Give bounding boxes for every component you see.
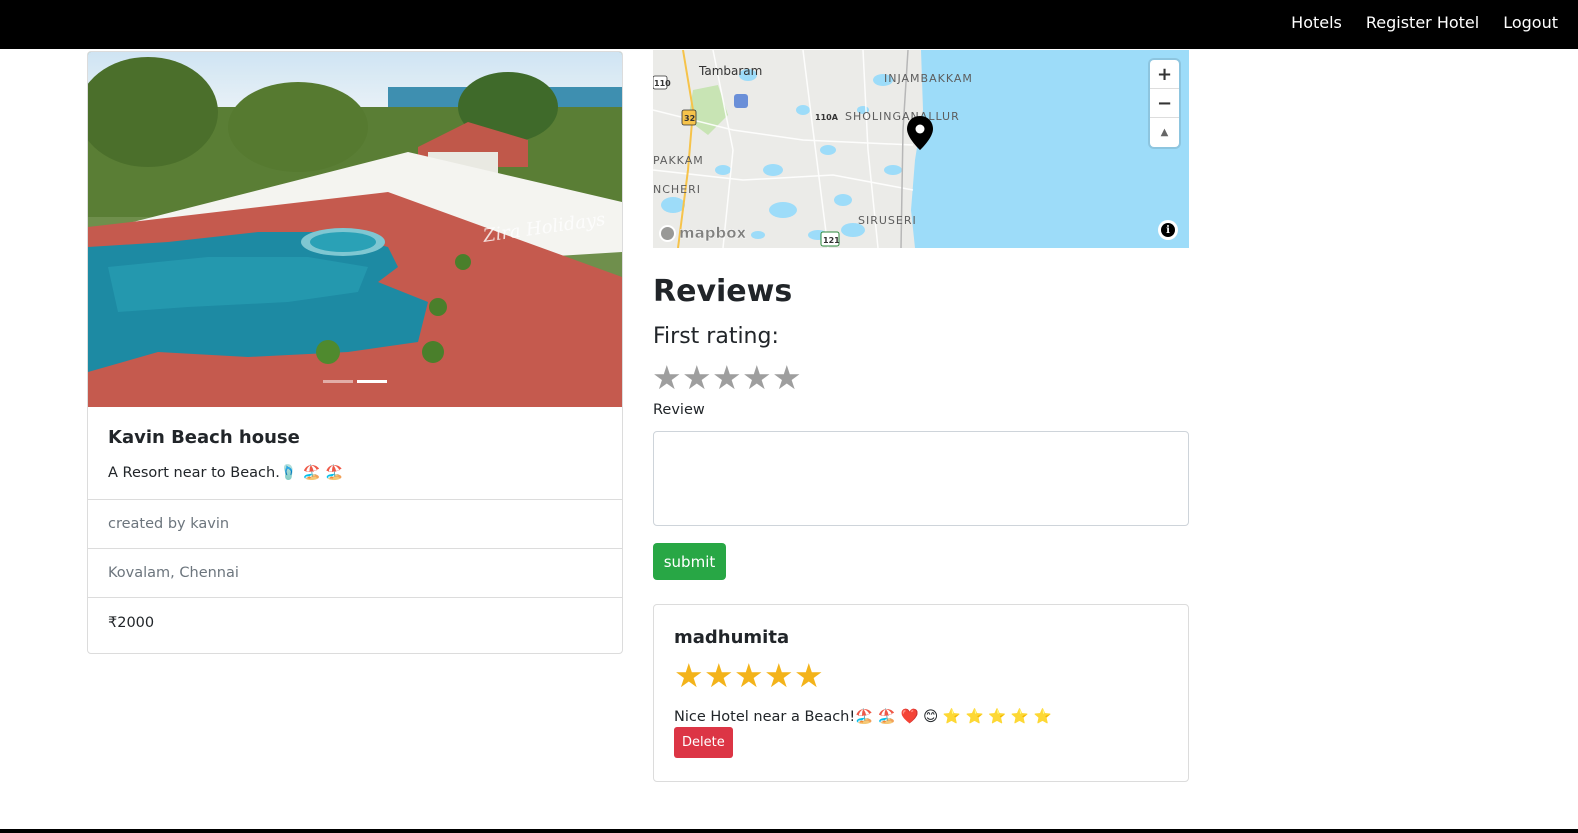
mapbox-logo-text: mapbox [679,224,747,242]
hotel-description: A Resort near to Beach.🩴 🏖️ 🏖️ [108,465,344,481]
star-rating-input[interactable]: ★ ★ ★ ★ ★ [652,360,802,396]
road-badge-121: 121 [823,236,840,245]
hotel-card: Zira Holidays Kavin Beach house A Resort… [87,51,623,654]
bottom-bar [0,829,1578,833]
hotel-map[interactable]: Tambaram INJAMBAKKAM SHOLINGANALLUR PAKK… [653,50,1189,248]
star-filled-icon: ★ [794,656,824,695]
road-badge-32: 32 [684,114,695,123]
map-label-sholinganallur: SHOLINGANALLUR [845,110,960,123]
road-badge-110: 110 [654,79,671,88]
map-label-pakkam: PAKKAM [653,154,704,167]
star-2-icon[interactable]: ★ [682,360,712,396]
map-label-tambaram: Tambaram [698,64,762,78]
star-4-icon[interactable]: ★ [742,360,772,396]
airport-icon [734,94,748,108]
map-label-siruseri: SIRUSERI [858,214,917,227]
star-5-icon[interactable]: ★ [772,360,802,396]
map-attribution-button[interactable]: i [1158,220,1178,240]
nav-links: Hotels Register Hotel Logout [1267,0,1558,45]
info-icon: i [1161,223,1175,237]
carousel-indicators [88,380,622,383]
nav-link-hotels[interactable]: Hotels [1291,13,1342,32]
road-badge-110a: 110A [815,113,839,122]
hotel-photo: Zira Holidays [88,52,622,407]
submit-button[interactable]: submit [653,543,726,580]
rating-label: First rating: [653,324,779,349]
star-filled-icon: ★ [734,656,764,695]
hotel-title: Kavin Beach house [108,427,300,448]
zoom-in-button[interactable]: + [1150,60,1179,89]
review-textarea[interactable] [653,431,1189,526]
map-nav-control: + − ▲ [1150,60,1179,147]
review-label: Review [653,402,705,418]
map-label-injambakkam: INJAMBAKKAM [884,72,973,85]
review-text: Nice Hotel near a Beach!🏖️ 🏖️ ❤️ 😊 ⭐ ⭐ ⭐… [674,709,1052,725]
star-3-icon[interactable]: ★ [712,360,742,396]
reviews-heading: Reviews [653,274,793,309]
map-label-ncheri: NCHERI [653,183,701,196]
hotel-created-by: created by kavin [88,500,622,549]
navbar: Hotels Register Hotel Logout [0,0,1578,49]
mapbox-logo-icon [659,224,676,242]
review-stars: ★ ★ ★ ★ ★ [674,656,1168,696]
hotel-image-carousel[interactable]: Zira Holidays [88,52,622,407]
star-1-icon[interactable]: ★ [652,360,682,396]
hotel-location: Kovalam, Chennai [88,549,622,598]
zoom-out-button[interactable]: − [1150,89,1179,118]
nav-link-register-hotel[interactable]: Register Hotel [1366,13,1479,32]
hotel-price: ₹2000 [108,614,155,631]
review-author: madhumita [674,627,790,648]
hotel-card-body: Kavin Beach house A Resort near to Beach… [88,407,622,500]
star-filled-icon: ★ [764,656,794,695]
carousel-indicator-1[interactable] [323,380,353,383]
carousel-indicator-2[interactable] [357,380,387,383]
compass-button[interactable]: ▲ [1150,118,1179,147]
nav-link-logout[interactable]: Logout [1503,13,1558,32]
review-card: madhumita ★ ★ ★ ★ ★ Nice Hotel near a Be… [653,604,1189,782]
mapbox-logo[interactable]: mapbox [659,224,746,242]
star-filled-icon: ★ [674,656,704,695]
star-filled-icon: ★ [704,656,734,695]
map-canvas: Tambaram INJAMBAKKAM SHOLINGANALLUR PAKK… [653,50,1189,248]
delete-review-button[interactable]: Delete [674,727,733,758]
